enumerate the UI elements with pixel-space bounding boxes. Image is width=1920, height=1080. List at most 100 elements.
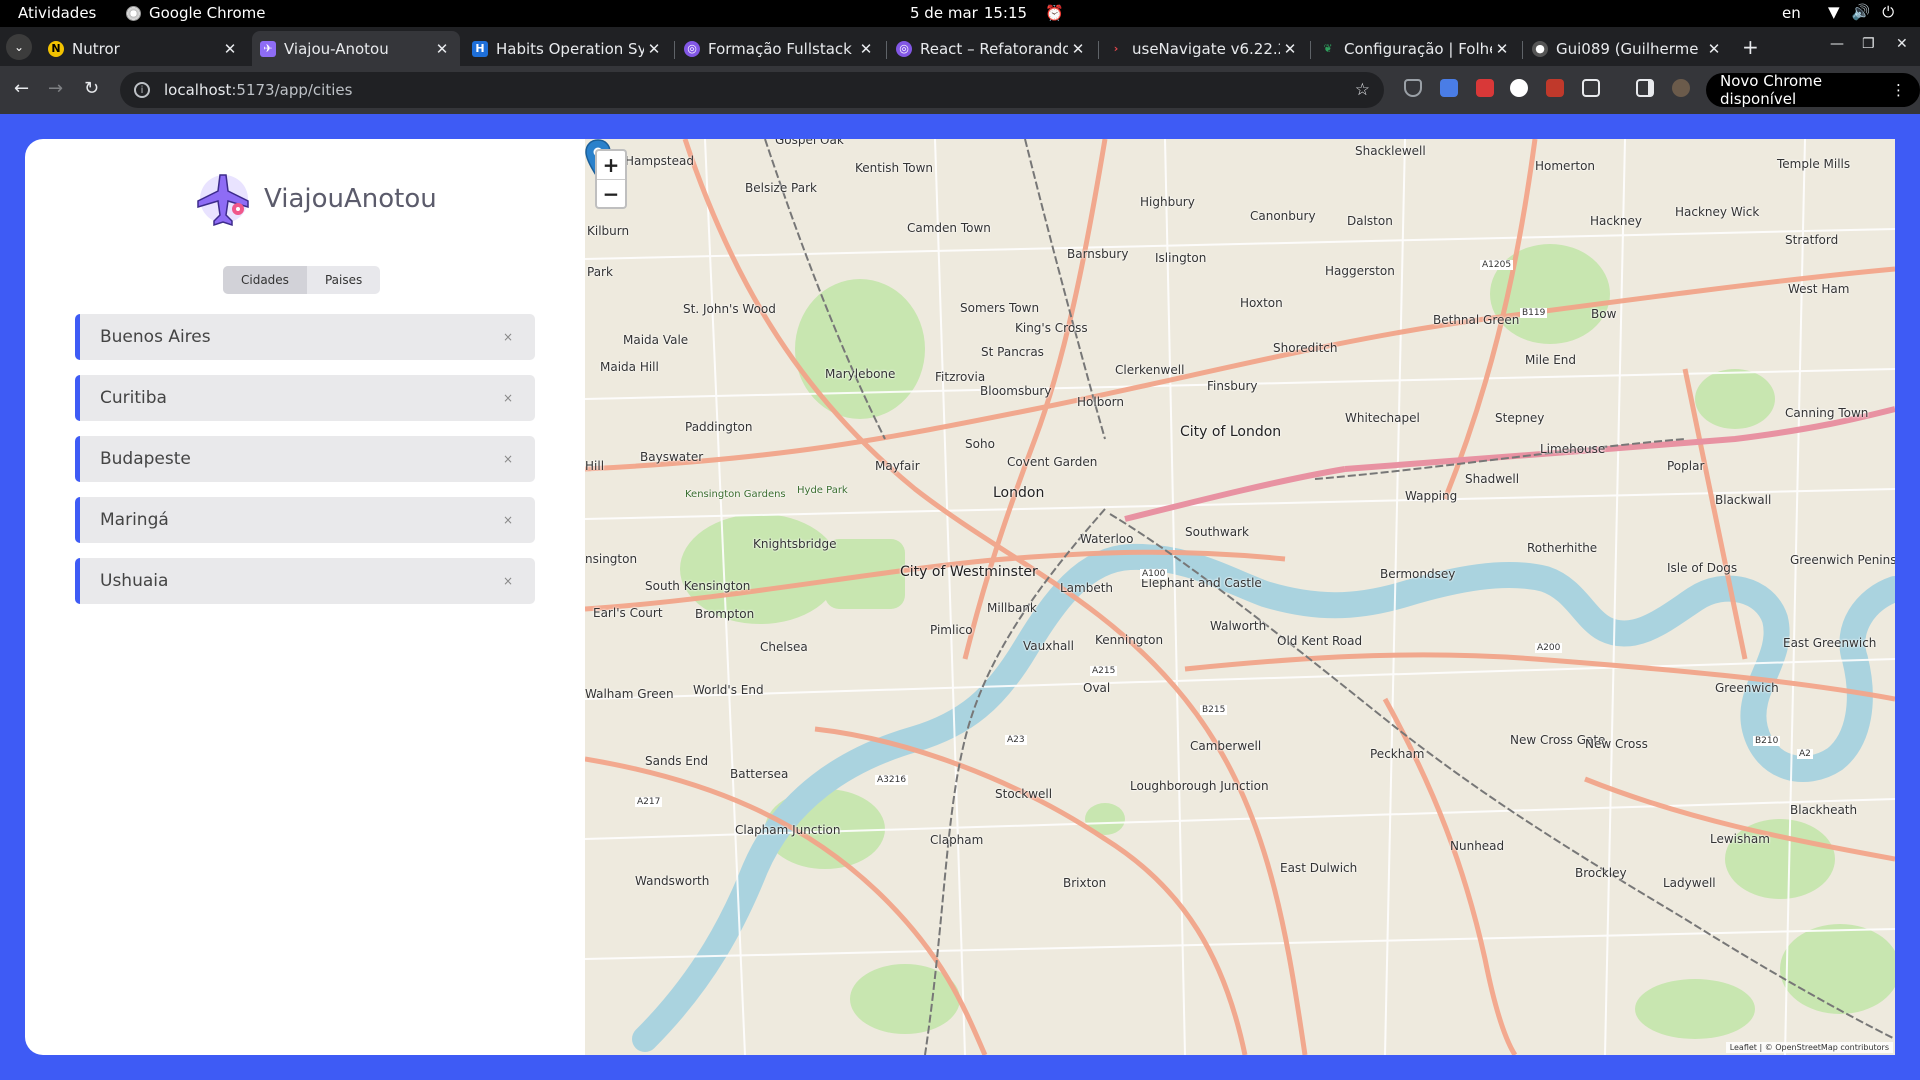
tab-separator — [1310, 41, 1311, 59]
delete-icon[interactable]: × — [501, 513, 515, 527]
app-menu[interactable]: Google Chrome — [126, 4, 266, 22]
map-label: Lambeth — [1060, 581, 1114, 595]
tab-countries[interactable]: Paises — [307, 266, 380, 294]
minimize-icon[interactable]: — — [1830, 36, 1844, 52]
activities-button[interactable]: Atividades — [18, 4, 96, 22]
map-label: Earl's Court — [593, 606, 663, 620]
red-extension-icon[interactable] — [1476, 79, 1494, 97]
tab-nutror[interactable]: N Nutror ✕ — [40, 31, 248, 66]
tab-github[interactable]: ● Gui089 (Guilherme C ✕ — [1524, 31, 1732, 66]
city-list: Buenos Aires × Curitiba × Budapeste × Ma… — [75, 314, 535, 619]
app-page: ViajouAnotou Cidades Paises Buenos Aires… — [0, 114, 1920, 1080]
shield-extension-icon[interactable] — [1404, 79, 1422, 97]
map-label: Whitechapel — [1345, 411, 1420, 425]
sidebar: ViajouAnotou Cidades Paises Buenos Aires… — [25, 139, 585, 1055]
city-item-buenos-aires[interactable]: Buenos Aires × — [75, 314, 535, 360]
tab-configuracao[interactable]: ❦ Configuração | Folhe ✕ — [1312, 31, 1520, 66]
tab-usenavigate[interactable]: › useNavigate v6.22.2 ✕ — [1100, 31, 1308, 66]
map-label: Wapping — [1405, 489, 1458, 503]
map-label: Lewisham — [1710, 832, 1770, 846]
delete-icon[interactable]: × — [501, 574, 515, 588]
close-icon[interactable]: ✕ — [1280, 40, 1300, 58]
app-logo[interactable]: ViajouAnotou — [190, 169, 437, 229]
chrome-update-button[interactable]: Novo Chrome disponível ⋮ — [1706, 72, 1920, 108]
tab-label: Gui089 (Guilherme C — [1556, 39, 1704, 58]
city-item-ushuaia[interactable]: Ushuaia × — [75, 558, 535, 604]
map-label: Peckham — [1370, 747, 1425, 761]
back-button[interactable]: ← — [14, 78, 29, 99]
map-label: Fitzrovia — [935, 370, 986, 384]
map-tiles — [585, 139, 1895, 1055]
city-item-curitiba[interactable]: Curitiba × — [75, 375, 535, 421]
map-label: Bermondsey — [1380, 567, 1456, 581]
system-tray[interactable]: ▼ 🔊 ⏻ — [1828, 3, 1894, 21]
close-icon[interactable]: ✕ — [220, 40, 240, 58]
map-label: Finsbury — [1207, 379, 1258, 393]
map-label: Ladywell — [1663, 876, 1716, 890]
close-icon[interactable]: ✕ — [856, 40, 876, 58]
circle-extension-icon[interactable] — [1510, 79, 1528, 97]
map-label: Mayfair — [875, 459, 920, 473]
map-label: Kennington — [1095, 633, 1164, 647]
city-item-maringa[interactable]: Maringá × — [75, 497, 535, 543]
close-icon[interactable]: ✕ — [1068, 40, 1088, 58]
tab-label: React – Refatorando — [920, 39, 1068, 58]
forward-button[interactable]: → — [48, 78, 63, 99]
city-item-budapeste[interactable]: Budapeste × — [75, 436, 535, 482]
restore-icon[interactable]: ❐ — [1862, 36, 1875, 52]
city-name: Curitiba — [100, 388, 167, 408]
map-label: Bow — [1591, 307, 1617, 321]
profile-avatar[interactable] — [1672, 79, 1690, 97]
tab-habits[interactable]: H Habits Operation Sy ✕ — [464, 31, 672, 66]
kebab-menu-icon[interactable]: ⋮ — [1891, 81, 1906, 99]
tab-viajou-anotou[interactable]: ✈ Viajou-Anotou ✕ — [252, 31, 460, 66]
translate-extension-icon[interactable] — [1440, 79, 1458, 97]
wifi-icon: ▼ — [1828, 3, 1840, 21]
close-icon[interactable]: ✕ — [644, 40, 664, 58]
address-bar[interactable]: i localhost :5173/app/cities ☆ — [120, 72, 1384, 108]
clock[interactable]: 5 de mar 15:15 ⏰ — [910, 4, 1064, 22]
delete-icon[interactable]: × — [501, 330, 515, 344]
road-label: A1205 — [1480, 260, 1514, 270]
map-attribution[interactable]: Leaflet | © OpenStreetMap contributors — [1725, 1042, 1893, 1053]
side-panel-icon[interactable] — [1636, 79, 1654, 97]
new-tab-button[interactable]: + — [1742, 35, 1759, 59]
site-info-icon[interactable]: i — [134, 82, 150, 98]
zoom-out-button[interactable]: − — [597, 179, 625, 207]
road-label: B215 — [1200, 705, 1228, 715]
map-label: Camberwell — [1190, 739, 1262, 753]
tab-react[interactable]: ◎ React – Refatorando ✕ — [888, 31, 1096, 66]
map-label: Somers Town — [960, 301, 1040, 315]
tab-label: Viajou-Anotou — [284, 39, 389, 58]
tab-search-button[interactable]: ⌄ — [6, 34, 32, 60]
bookmark-star-icon[interactable]: ☆ — [1355, 80, 1370, 100]
map-label: Clapham Junction — [735, 823, 841, 837]
reload-button[interactable]: ↻ — [84, 78, 99, 99]
tab-cities[interactable]: Cidades — [223, 266, 307, 294]
close-icon[interactable]: ✕ — [1492, 40, 1512, 58]
zoom-in-button[interactable]: + — [597, 151, 625, 179]
close-window-icon[interactable]: ✕ — [1896, 36, 1908, 52]
road-label: A215 — [1090, 666, 1118, 676]
map-label: Kilburn — [587, 224, 630, 238]
map-label: Maida Vale — [623, 333, 689, 347]
close-icon[interactable]: ✕ — [1704, 40, 1724, 58]
map-label: Maida Hill — [600, 360, 659, 374]
map-label: Paddington — [685, 420, 753, 434]
map-label: Poplar — [1667, 459, 1705, 473]
close-icon[interactable]: ✕ — [432, 40, 452, 58]
rocketseat-icon: ◎ — [896, 40, 912, 57]
map-label: East Greenwich — [1783, 636, 1877, 650]
devtools-extension-icon[interactable] — [1546, 79, 1564, 97]
tab-formacao[interactable]: ◎ Formação Fullstack - ✕ — [676, 31, 884, 66]
language-indicator[interactable]: en — [1782, 4, 1801, 22]
github-icon: ● — [1532, 40, 1548, 57]
map-view[interactable]: Gospel Oak Kentish Town Hampstead Belsiz… — [585, 139, 1895, 1055]
extensions-puzzle-icon[interactable] — [1582, 79, 1600, 97]
delete-icon[interactable]: × — [501, 452, 515, 466]
map-label: Temple Mills — [1777, 157, 1851, 171]
delete-icon[interactable]: × — [501, 391, 515, 405]
road-label: A2 — [1797, 749, 1813, 759]
map-label: Haggerston — [1325, 264, 1395, 278]
map-label: Covent Garden — [1007, 455, 1098, 469]
